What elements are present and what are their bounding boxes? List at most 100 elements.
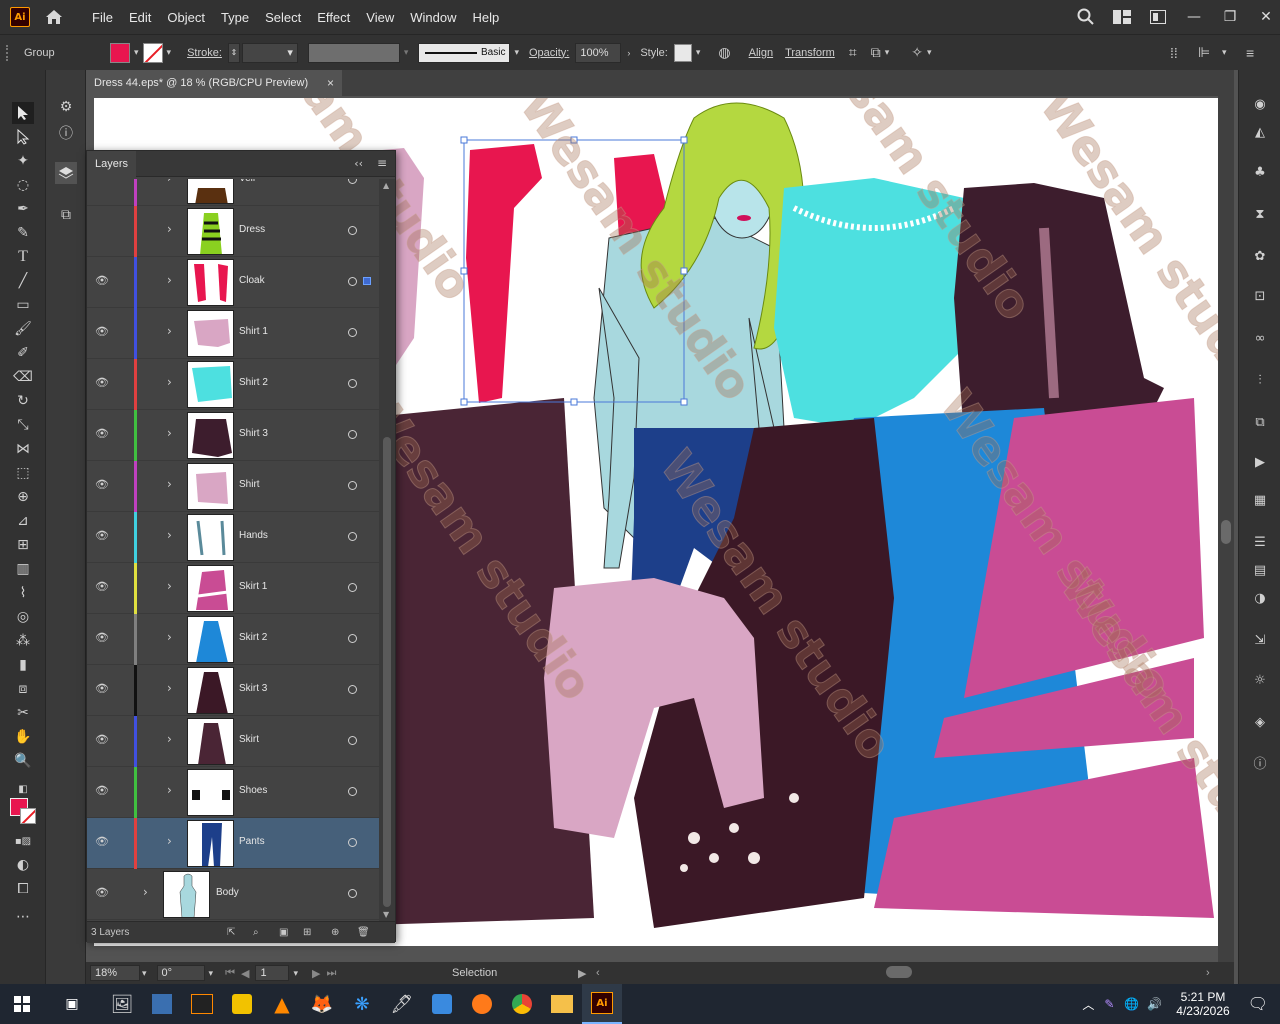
layer-row[interactable]: › Dress	[87, 206, 379, 257]
scroll-thumb[interactable]	[1221, 520, 1231, 544]
column-graph-tool-icon[interactable]: ▮	[12, 654, 34, 676]
expand-chevron-icon[interactable]: ›	[167, 273, 172, 287]
menu-type[interactable]: Type	[213, 10, 257, 25]
search-icon[interactable]	[1072, 3, 1100, 31]
target-circle-icon[interactable]	[348, 532, 357, 541]
visibility-eye-icon[interactable]: 👁	[95, 682, 109, 696]
visibility-eye-icon[interactable]: 👁	[95, 784, 109, 798]
visibility-eye-icon[interactable]: 👁	[95, 835, 109, 849]
transform-panel-icon[interactable]: ⊡	[1250, 286, 1270, 306]
previous-artboard-icon[interactable]: ◀	[241, 967, 249, 980]
expand-chevron-icon[interactable]: ›	[167, 681, 172, 695]
layer-row[interactable]: 👁 › Shoes	[87, 767, 379, 818]
direct-selection-tool-icon[interactable]	[12, 126, 34, 148]
layer-name[interactable]: Skirt 1	[239, 581, 267, 592]
eyedropper-tool-icon[interactable]: ⌇	[12, 582, 34, 604]
clock[interactable]: 5:21 PM 4/23/2026	[1176, 990, 1229, 1018]
tray-overflow-icon[interactable]: ︿	[1082, 996, 1094, 1013]
visibility-eye-icon[interactable]: 👁	[95, 274, 109, 288]
paintbrush-tool-icon[interactable]: 🖌	[12, 318, 34, 340]
color-guide-icon[interactable]: ◭	[1250, 122, 1270, 142]
target-circle-icon[interactable]	[348, 179, 357, 184]
target-circle-icon[interactable]	[348, 634, 357, 643]
expand-chevron-icon[interactable]: ›	[167, 375, 172, 389]
gradient-panel-icon[interactable]: ▤	[1250, 560, 1270, 580]
perspective-grid-tool-icon[interactable]: ⊿	[12, 510, 34, 532]
menu-file[interactable]: File	[84, 10, 121, 25]
opacity-arrow-icon[interactable]: ›	[627, 48, 630, 58]
delete-layer-icon[interactable]: 🗑	[357, 927, 370, 938]
visibility-eye-icon[interactable]: 👁	[95, 733, 109, 747]
layer-row[interactable]: 👁 › Shirt 3	[87, 410, 379, 461]
workspace-icon[interactable]	[1108, 3, 1136, 31]
align-panel-icon[interactable]: ⫶	[1250, 370, 1270, 390]
panel-menu-icon[interactable]: ≡	[1246, 45, 1254, 61]
zoom-dropdown-icon[interactable]: ▾	[142, 968, 147, 979]
visibility-eye-icon[interactable]: 👁	[95, 529, 109, 543]
visibility-eye-icon[interactable]: 👁	[95, 325, 109, 339]
target-circle-icon[interactable]	[348, 277, 357, 286]
vertical-scrollbar[interactable]	[1218, 96, 1234, 962]
maximize-icon[interactable]: ❐	[1216, 3, 1244, 31]
layer-name[interactable]: Skirt 3	[239, 683, 267, 694]
visibility-eye-icon[interactable]: 👁	[95, 427, 109, 441]
symbols-panel-icon[interactable]: ♣	[1250, 162, 1270, 182]
visibility-toggle[interactable]	[95, 223, 109, 237]
stroke-dropdown-icon[interactable]: ▾	[167, 47, 172, 58]
target-circle-icon[interactable]	[348, 583, 357, 592]
menu-select[interactable]: Select	[257, 10, 309, 25]
notifications-icon[interactable]: 🗨	[1248, 994, 1268, 1014]
expand-chevron-icon[interactable]: ›	[167, 179, 172, 185]
expand-chevron-icon[interactable]: ›	[167, 630, 172, 644]
menu-window[interactable]: Window	[402, 10, 464, 25]
layer-name[interactable]: Body	[216, 887, 239, 898]
inkscape-icon[interactable]: 🖋	[382, 984, 422, 1024]
brush-dropdown-icon[interactable]: ▾	[514, 47, 519, 58]
snipping-tool-icon[interactable]	[142, 984, 182, 1024]
stroke-weight-input[interactable]: ▾	[241, 42, 298, 63]
free-transform-tool-icon[interactable]: ⬚	[12, 462, 34, 484]
layer-row[interactable]: 👁 › Body	[87, 869, 379, 920]
rotation-dropdown-icon[interactable]: ▾	[209, 968, 214, 979]
arrange-dropdown-icon[interactable]: ▾	[885, 47, 890, 58]
minimize-icon[interactable]: —	[1180, 3, 1208, 31]
eraser-tool-icon[interactable]: ⌫	[12, 366, 34, 388]
expand-chevron-icon[interactable]: ›	[167, 477, 172, 491]
screen-mode-icon[interactable]: ⧠	[12, 878, 34, 900]
layer-row[interactable]: 👁 › Hands	[87, 512, 379, 563]
home-icon[interactable]	[44, 7, 64, 27]
stroke-swatch[interactable]	[142, 42, 163, 63]
recolor-icon[interactable]: ◍	[718, 44, 730, 61]
graphic-styles-icon[interactable]: ◈	[1250, 712, 1270, 732]
layer-name[interactable]: Shoes	[239, 785, 267, 796]
illustrator-taskbar-icon[interactable]: Ai	[582, 984, 622, 1024]
zoom-input[interactable]: 18%	[90, 965, 140, 981]
align-options-icon[interactable]: ⊫	[1198, 44, 1210, 61]
settings-app-icon[interactable]: ❋	[342, 984, 382, 1024]
gradient-tool-icon[interactable]: ▥	[12, 558, 34, 580]
expand-chevron-icon[interactable]: ›	[167, 324, 172, 338]
windows-start-icon[interactable]	[2, 984, 42, 1024]
color-mode-icon[interactable]: ▪▨	[12, 830, 34, 852]
rotation-input[interactable]: 0°	[156, 965, 205, 981]
task-view-icon[interactable]: ▣	[52, 984, 92, 1024]
layer-row[interactable]: 👁 › Pants	[87, 818, 379, 869]
volume-icon[interactable]: 🔊	[1147, 997, 1162, 1011]
rectangle-tool-icon[interactable]: ▭	[12, 294, 34, 316]
libraries-icon[interactable]: ⧗	[1250, 204, 1270, 224]
arrange-icon[interactable]: ⧉	[871, 44, 881, 61]
layer-row[interactable]: 👁 › Shirt 1	[87, 308, 379, 359]
scroll-up-icon[interactable]: ▲	[383, 181, 389, 190]
curvature-tool-icon[interactable]: ✎	[12, 222, 34, 244]
target-circle-icon[interactable]	[348, 328, 357, 337]
document-tab[interactable]: Dress 44.eps* @ 18 % (RGB/CPU Preview) ×	[86, 70, 342, 96]
stroke-color-icon[interactable]	[20, 808, 36, 824]
hscroll-right-icon[interactable]: ›	[1206, 967, 1210, 979]
expand-chevron-icon[interactable]: ›	[167, 783, 172, 797]
layer-name[interactable]: Dress	[239, 224, 265, 235]
layers-menu-icon[interactable]: ≡	[377, 156, 387, 170]
type-tool-icon[interactable]: T	[12, 246, 34, 268]
align-link[interactable]: Align	[749, 47, 773, 59]
media-app-icon[interactable]	[422, 984, 462, 1024]
artboard-dropdown-icon[interactable]: ▾	[293, 968, 298, 979]
